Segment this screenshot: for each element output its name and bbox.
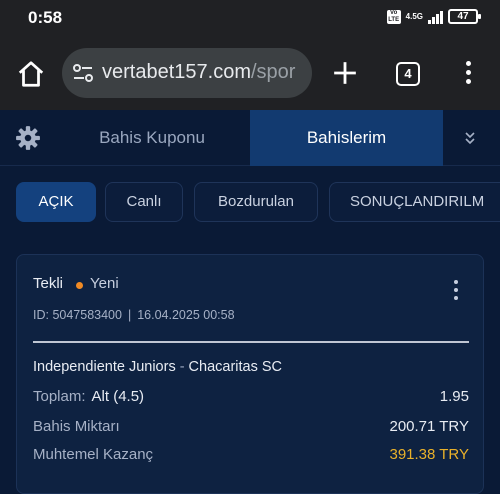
volte-icon: Vo LTE: [386, 9, 401, 24]
potential-win-row: Muhtemel Kazanç 391.38 TRY: [33, 446, 469, 463]
filter-sonuclandirilmis[interactable]: SONUÇLANDIRILM: [329, 182, 500, 222]
tab-bahislerim[interactable]: Bahislerim: [250, 110, 443, 166]
odds-value: 1.95: [439, 388, 469, 405]
tab-bahis-kuponu[interactable]: Bahis Kuponu: [54, 110, 250, 166]
clock: 0:58: [28, 8, 63, 27]
more-vert-icon[interactable]: [460, 61, 476, 85]
bet-meta: ID: 5047583400 | 16.04.2025 00:58: [33, 308, 235, 322]
bet-status: Yeni: [90, 275, 119, 292]
filter-acik[interactable]: AÇIK: [16, 182, 96, 222]
bet-card[interactable]: Tekli Yeni ID: 5047583400 | 16.04.2025 00:…: [16, 254, 484, 494]
bet-id: ID: 5047583400: [33, 308, 122, 322]
stake-label: Bahis Miktarı: [33, 418, 120, 435]
bet-datetime: 16.04.2025 00:58: [137, 308, 235, 322]
match-name[interactable]: Independiente Juniors - Chacaritas SC: [33, 359, 282, 375]
stake-value: 200.71 TRY: [389, 418, 469, 435]
url-path: /spor: [250, 61, 296, 83]
bet-type: Tekli: [33, 275, 64, 292]
more-options-icon[interactable]: [451, 280, 461, 304]
bet-filters: AÇIK Canlı Bozdurulan SONUÇLANDIRILM: [0, 178, 500, 226]
potential-win-label: Muhtemel Kazanç: [33, 446, 154, 463]
browser-toolbar: vertabet157.com/spor 4: [0, 38, 500, 110]
selection-value: Alt (4.5): [91, 388, 145, 405]
battery-icon: 47: [448, 9, 481, 24]
network-type-label: 4.5G: [405, 11, 423, 21]
status-dot: [76, 282, 83, 289]
signal-icon: [428, 10, 443, 24]
url-domain: vertabet157.com: [102, 61, 251, 83]
new-tab-icon[interactable]: [332, 60, 358, 86]
home-team: Independiente Juniors: [33, 359, 176, 375]
away-team: Chacaritas SC: [188, 359, 283, 375]
team-separator: -: [179, 359, 185, 375]
site-settings-icon[interactable]: [72, 63, 94, 83]
market-label: Toplam:: [33, 388, 86, 405]
home-icon[interactable]: [16, 59, 46, 89]
filter-bozdurulan[interactable]: Bozdurulan: [194, 182, 318, 222]
card-divider: [33, 341, 469, 343]
stake-row: Bahis Miktarı 200.71 TRY: [33, 418, 469, 435]
chevron-double-down-icon[interactable]: [460, 128, 480, 148]
tab-switcher-button[interactable]: 4: [396, 62, 420, 86]
url-text: vertabet157.com/spor: [102, 61, 295, 84]
selection-row: Toplam: Alt (4.5) 1.95: [33, 388, 469, 405]
address-bar[interactable]: vertabet157.com/spor: [62, 48, 312, 98]
meta-separator: |: [127, 308, 132, 322]
betslip-tabbar: Bahis Kuponu Bahislerim: [0, 110, 500, 166]
filter-canli[interactable]: Canlı: [105, 182, 183, 222]
potential-win-value: 391.38 TRY: [389, 446, 469, 463]
status-bar: 0:58 Vo LTE 4.5G 47: [0, 0, 500, 38]
gear-icon[interactable]: [15, 125, 41, 151]
system-icons: Vo LTE 4.5G 47: [386, 9, 481, 24]
